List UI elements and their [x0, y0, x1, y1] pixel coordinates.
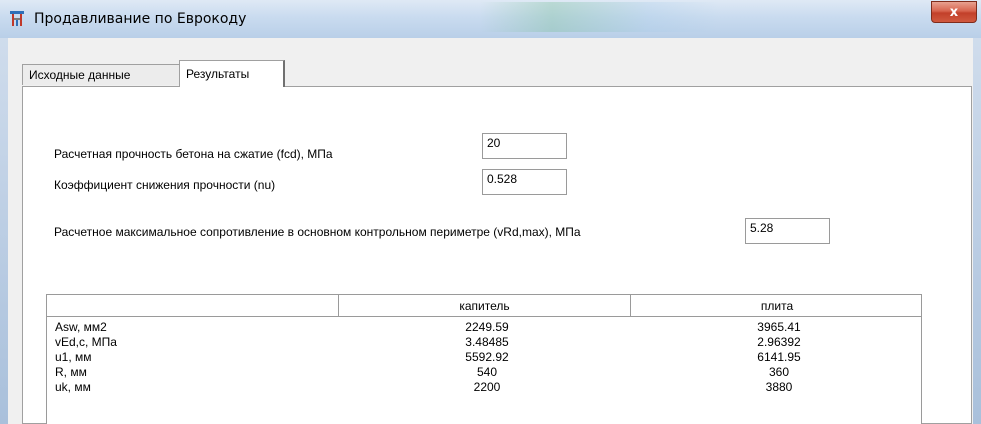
table-row[interactable]: uk, мм 2200 3880: [47, 380, 921, 395]
close-button[interactable]: x: [931, 1, 977, 23]
table-cell: 540: [476, 365, 498, 379]
table-cell: 5592.92: [465, 350, 509, 364]
table-cell: 3.48485: [465, 335, 509, 349]
tab-label: Результаты: [186, 67, 250, 81]
column-header-slab[interactable]: плита: [631, 295, 923, 316]
vrdmax-label: Расчетное максимальное сопротивление в о…: [54, 225, 581, 239]
title-bar-glow: [480, 2, 720, 32]
table-cell: 360: [768, 365, 790, 379]
table-row[interactable]: Asw, мм2 2249.59 3965.41: [47, 320, 921, 335]
table-cell: 3965.41: [757, 320, 801, 334]
nu-field[interactable]: 0.528: [482, 169, 567, 195]
table-cell: Asw, мм2: [55, 320, 107, 334]
results-table[interactable]: капитель плита Asw, мм2 2249.59 3965.41 …: [46, 294, 922, 424]
fcd-label: Расчетная прочность бетона на сжатие (fc…: [54, 147, 333, 161]
table-row[interactable]: R, мм 540 360: [47, 365, 921, 380]
app-window: Продавливание по Еврокоду x Исходные дан…: [0, 0, 981, 424]
table-cell: 6141.95: [757, 350, 801, 364]
tab-input-data[interactable]: Исходные данные: [22, 64, 180, 85]
nu-label: Коэффициент снижения прочности (nu): [54, 178, 276, 192]
tab-label: Исходные данные: [29, 68, 131, 82]
table-cell: 2.96392: [757, 335, 801, 349]
table-cell: u1, мм: [55, 350, 92, 364]
table-cell: 2249.59: [465, 320, 509, 334]
table-cell: 2200: [473, 380, 501, 394]
table-header: капитель плита: [47, 295, 921, 317]
table-row[interactable]: vEd,c, МПа 3.48485 2.96392: [47, 335, 921, 350]
window-border-right: [973, 38, 981, 424]
tab-results[interactable]: Результаты: [179, 60, 285, 87]
title-bar[interactable]: Продавливание по Еврокоду x: [0, 0, 981, 39]
close-icon: x: [949, 4, 959, 20]
table-cell: 3880: [765, 380, 793, 394]
table-cell: R, мм: [55, 365, 87, 379]
window-border-left: [0, 38, 8, 424]
column-header-capital[interactable]: капитель: [339, 295, 631, 316]
app-icon: [10, 11, 24, 26]
vrdmax-field[interactable]: 5.28: [745, 218, 830, 244]
fcd-field[interactable]: 20: [482, 133, 567, 159]
table-row[interactable]: u1, мм 5592.92 6141.95: [47, 350, 921, 365]
table-cell: vEd,c, МПа: [55, 335, 117, 349]
column-header-param[interactable]: [47, 295, 339, 316]
table-cell: uk, мм: [55, 380, 91, 394]
window-title: Продавливание по Еврокоду: [34, 11, 247, 27]
